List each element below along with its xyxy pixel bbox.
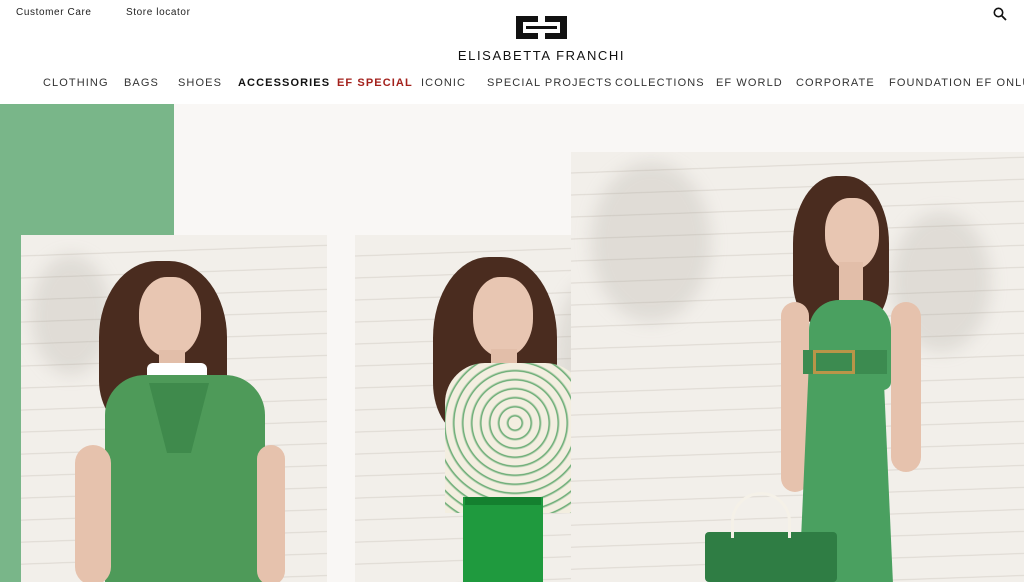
hero-collage — [0, 104, 1024, 582]
ef-monogram-logo-icon[interactable] — [516, 16, 567, 39]
nav-special-projects[interactable]: SPECIAL PROJECTS — [487, 77, 612, 89]
nav-iconic[interactable]: ICONIC — [421, 77, 466, 89]
nav-ef-special[interactable]: EF SPECIAL — [337, 77, 413, 89]
site-header: Customer Care Store locator ELISABETTA F… — [0, 0, 1024, 104]
nav-shoes[interactable]: SHOES — [178, 77, 222, 89]
main-navigation: CLOTHING BAGS SHOES ACCESSORIES EF SPECI… — [0, 77, 1024, 91]
nav-ef-world[interactable]: EF WORLD — [716, 77, 783, 89]
customer-care-link[interactable]: Customer Care — [16, 7, 92, 18]
nav-corporate[interactable]: CORPORATE — [796, 77, 875, 89]
look-photo-green-jumpsuit[interactable] — [571, 152, 1024, 582]
search-icon[interactable] — [993, 7, 1007, 21]
nav-bags[interactable]: BAGS — [124, 77, 159, 89]
nav-accessories[interactable]: ACCESSORIES — [238, 77, 330, 89]
brand-name[interactable]: ELISABETTA FRANCHI — [0, 48, 1024, 63]
nav-collections[interactable]: COLLECTIONS — [615, 77, 705, 89]
nav-foundation-ef-onlus[interactable]: FOUNDATION EF ONLUS — [889, 77, 1024, 89]
look-photo-green-knit-dress[interactable] — [21, 235, 327, 582]
nav-clothing[interactable]: CLOTHING — [43, 77, 109, 89]
store-locator-link[interactable]: Store locator — [126, 7, 191, 18]
